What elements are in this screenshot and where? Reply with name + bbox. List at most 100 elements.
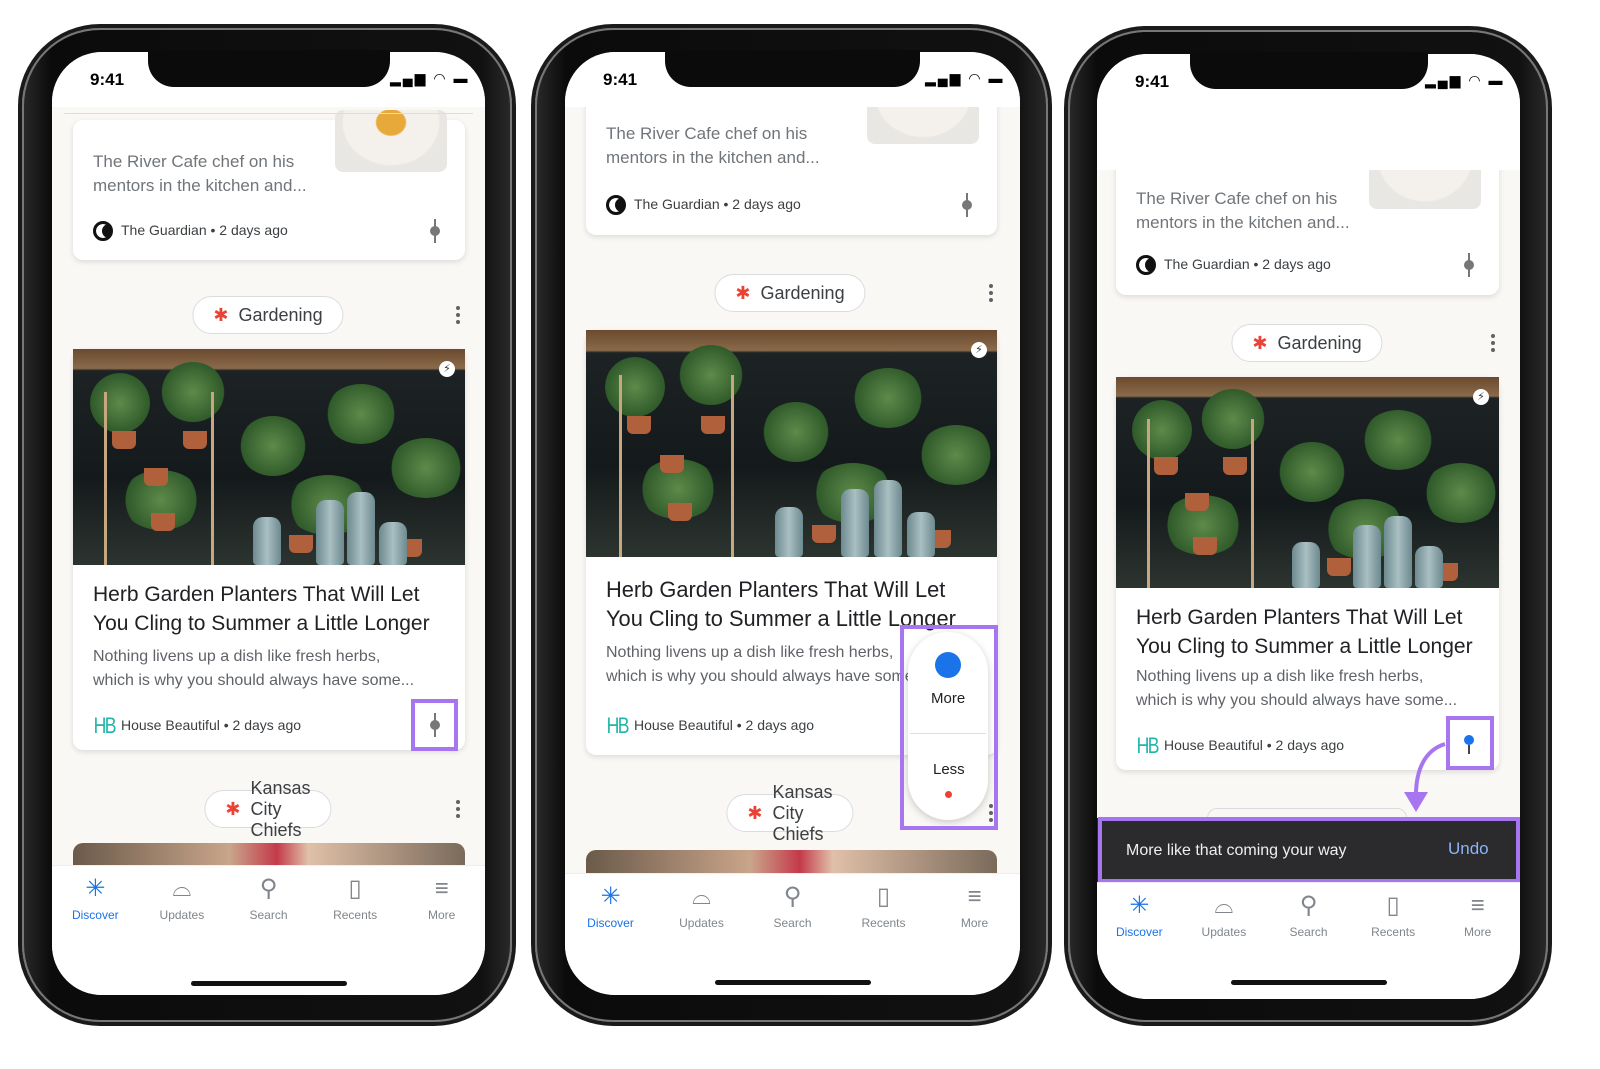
more-options-icon[interactable] xyxy=(456,800,460,821)
feedback-button[interactable] xyxy=(429,219,441,243)
discover-icon: ✳ xyxy=(600,883,621,910)
home-indicator[interactable] xyxy=(714,980,871,985)
chip-label: Gardening xyxy=(760,282,845,303)
nav-search[interactable]: ⚲ Search xyxy=(225,876,312,936)
next-article-image[interactable] xyxy=(73,843,465,865)
more-options-icon[interactable] xyxy=(1491,334,1495,355)
home-indicator[interactable] xyxy=(1230,980,1387,985)
nav-discover[interactable]: ✳ Discover xyxy=(52,876,139,936)
pot xyxy=(812,525,837,544)
article-title[interactable]: You Cling to Summer a Little Longer xyxy=(1136,635,1473,659)
article-title[interactable]: Herb Garden Planters That Will Let xyxy=(606,577,945,603)
article-description: Nothing livens up a dish like fresh herb… xyxy=(93,648,381,665)
article-source: The Guardian • 2 days ago xyxy=(121,222,288,238)
nav-label: Discover xyxy=(71,908,119,922)
google-sparkle-icon: ✱ xyxy=(225,798,241,819)
topic-chip-gardening[interactable]: ✱ Gardening xyxy=(1231,324,1383,362)
article-image-herb-garden[interactable]: ⚡ xyxy=(1116,377,1499,588)
guardian-logo-icon xyxy=(93,221,113,241)
nav-discover[interactable]: ✳ Discover xyxy=(1097,893,1182,953)
article-description: which is why you should always have some… xyxy=(93,672,415,689)
article-description: which is why you should always have some… xyxy=(606,668,928,685)
google-sparkle-icon: ✱ xyxy=(747,802,763,823)
article-snippet: The River Cafe chef on his xyxy=(93,152,295,171)
plant-leaves xyxy=(325,383,398,444)
plant-leaves xyxy=(1423,463,1499,524)
status-time: 9:41 xyxy=(603,70,638,89)
nav-recents[interactable]: ▯ Recents xyxy=(838,884,929,944)
article-source: The Guardian • 2 days ago xyxy=(634,196,801,212)
nav-updates[interactable]: ⌓ Updates xyxy=(656,884,747,944)
topic-chip-kansas-city-chiefs[interactable]: ✱ Kansas City Chiefs xyxy=(204,778,332,840)
instant-badge-icon: ⚡ xyxy=(1473,389,1489,405)
nav-more[interactable]: ≡ More xyxy=(398,876,485,936)
article-snippet: The River Cafe chef on his xyxy=(606,124,808,143)
glass-jar xyxy=(378,521,407,565)
notch xyxy=(665,50,920,87)
article-title[interactable]: Herb Garden Planters That Will Let xyxy=(1136,606,1462,630)
highlight-box xyxy=(1098,817,1520,883)
nav-more[interactable]: ≡ More xyxy=(1435,893,1520,953)
glass-jar xyxy=(316,500,345,565)
nav-label: Search xyxy=(1289,925,1328,939)
status-icons: ▂▄▆ ◠ ▬ xyxy=(390,70,470,86)
updates-icon: ⌓ xyxy=(692,883,711,910)
more-icon: ≡ xyxy=(1470,892,1485,919)
plant-leaves xyxy=(387,437,464,498)
recents-icon: ▯ xyxy=(348,875,362,902)
feedback-button[interactable] xyxy=(961,193,973,217)
next-article-image[interactable] xyxy=(586,850,997,873)
home-indicator[interactable] xyxy=(190,981,347,986)
nav-more[interactable]: ≡ More xyxy=(929,884,1020,944)
article-title[interactable]: You Cling to Summer a Little Longer xyxy=(93,612,430,636)
article-source: House Beautiful • 2 days ago xyxy=(634,717,815,733)
nav-discover[interactable]: ✳ Discover xyxy=(565,884,656,944)
google-sparkle-icon: ✱ xyxy=(1252,332,1268,353)
nav-label: Updates xyxy=(1201,925,1247,939)
nav-recents[interactable]: ▯ Recents xyxy=(1351,893,1436,953)
nav-label: Discover xyxy=(1115,925,1163,939)
nav-updates[interactable]: ⌓ Updates xyxy=(1182,893,1267,953)
article-title[interactable]: Herb Garden Planters That Will Let xyxy=(93,583,419,607)
notch xyxy=(148,50,390,87)
notch xyxy=(1190,52,1428,89)
nav-label: Updates xyxy=(679,916,724,930)
article-description: Nothing livens up a dish like fresh herb… xyxy=(606,644,894,661)
nav-label: More xyxy=(960,916,989,930)
guardian-logo-icon xyxy=(606,195,626,215)
plant-leaves xyxy=(1361,410,1434,471)
article-image-herb-garden[interactable]: ⚡ xyxy=(73,349,465,565)
recents-icon: ▯ xyxy=(876,883,891,910)
nav-recents[interactable]: ▯ Recents xyxy=(312,876,399,936)
feedback-button[interactable] xyxy=(1463,253,1475,277)
status-time: 9:41 xyxy=(1135,72,1170,91)
nav-label: Search xyxy=(773,916,812,930)
topic-chip-gardening[interactable]: ✱ Gardening xyxy=(714,274,866,312)
more-options-icon[interactable] xyxy=(456,306,460,327)
nav-label: More xyxy=(1464,925,1492,939)
nav-search[interactable]: ⚲ Search xyxy=(1266,893,1351,953)
bottom-navigation: ✳ Discover ⌓ Updates ⚲ Search ▯ Recents ≡ More xyxy=(52,865,485,995)
shelf xyxy=(1146,419,1254,588)
glass-jar xyxy=(1353,524,1382,588)
glass-jar xyxy=(1384,516,1413,588)
instant-badge-icon: ⚡ xyxy=(971,342,987,358)
updates-icon: ⌓ xyxy=(172,875,192,902)
article-description: which is why you should always have some… xyxy=(1136,692,1458,709)
article-source: House Beautiful • 2 days ago xyxy=(1164,737,1345,753)
article-image-herb-garden[interactable]: ⚡ xyxy=(586,330,997,557)
divider xyxy=(64,113,473,114)
nav-updates[interactable]: ⌓ Updates xyxy=(139,876,226,936)
glass-jar xyxy=(840,488,869,557)
nav-search[interactable]: ⚲ Search xyxy=(747,884,838,944)
glass-jar xyxy=(775,507,804,557)
more-options-icon[interactable] xyxy=(989,284,993,305)
plant-leaves xyxy=(239,416,307,477)
topic-chip-gardening[interactable]: ✱ Gardening xyxy=(192,296,344,334)
plant-leaves xyxy=(851,368,924,429)
article-source: House Beautiful • 2 days ago xyxy=(121,717,302,733)
topic-chip-kansas-city-chiefs[interactable]: ✱ Kansas City Chiefs xyxy=(726,782,854,844)
article-description: Nothing livens up a dish like fresh herb… xyxy=(1136,668,1424,685)
article-thumbnail xyxy=(335,110,447,172)
plant-leaves xyxy=(761,402,830,463)
